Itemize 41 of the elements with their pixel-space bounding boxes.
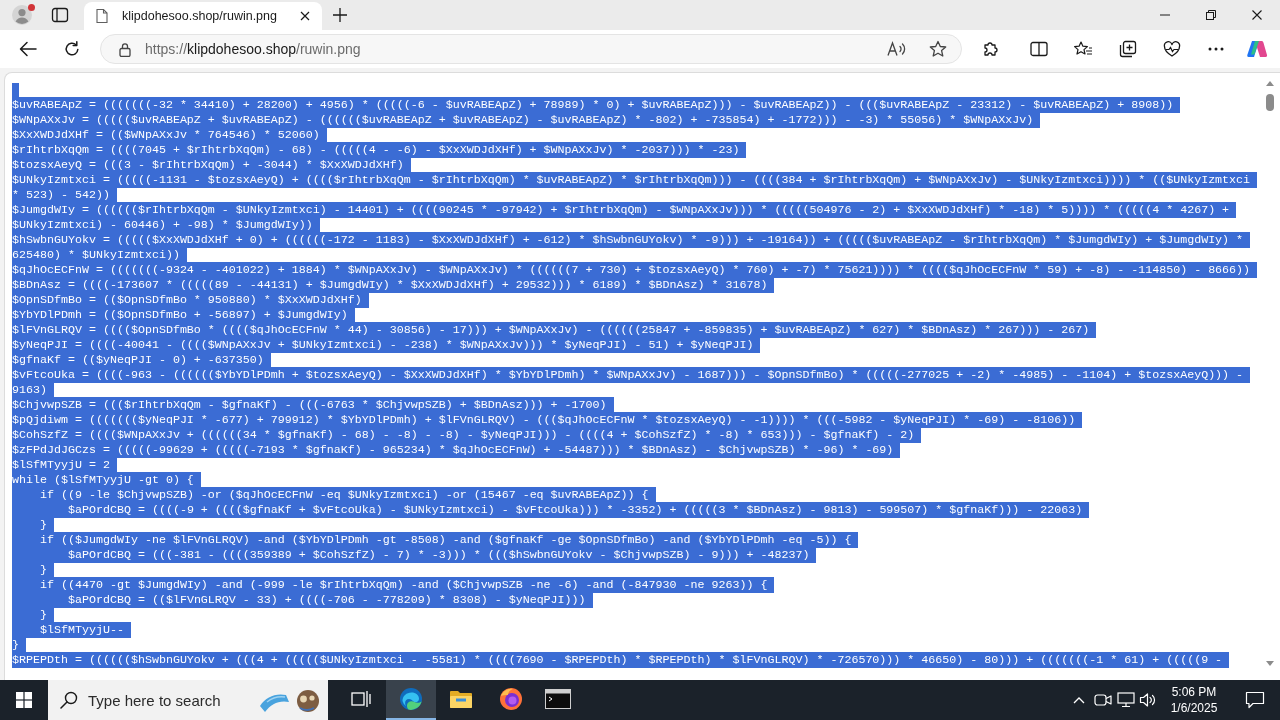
collections-icon[interactable] <box>1119 40 1137 58</box>
scroll-down-icon[interactable] <box>1266 661 1274 666</box>
restore-icon[interactable] <box>1206 10 1216 20</box>
clock-date[interactable]: 1/6/2025 <box>1170 700 1218 716</box>
refresh-icon[interactable] <box>64 41 80 57</box>
clock-time[interactable]: 5:06 PM <box>1171 684 1217 700</box>
back-arrow-icon[interactable] <box>19 41 37 57</box>
search-field[interactable]: Type here to search <box>48 680 328 720</box>
document-favicon-icon <box>94 8 110 24</box>
chevron-up-icon[interactable] <box>1073 696 1085 704</box>
windows-logo-icon[interactable] <box>16 692 32 708</box>
more-options-icon[interactable] <box>1208 47 1224 51</box>
lock-icon <box>119 41 131 57</box>
url-text[interactable]: https://klipdohesoo.shop/ruwin.png <box>145 38 361 60</box>
search-icon <box>60 691 78 709</box>
copilot-icon[interactable] <box>1246 38 1268 60</box>
browser-tab[interactable]: klipdohesoo.shop/ruwin.png <box>84 2 322 30</box>
taskbar-app-button[interactable] <box>386 680 436 720</box>
volume-icon[interactable] <box>1139 692 1157 708</box>
network-icon[interactable] <box>1117 692 1135 708</box>
heart-pulse-icon[interactable] <box>1163 41 1181 57</box>
firefox-browser-icon <box>499 687 523 711</box>
camera-icon[interactable] <box>1094 692 1112 708</box>
scroll-up-icon[interactable] <box>1266 81 1274 86</box>
notifications-icon[interactable] <box>1245 691 1265 709</box>
close-icon[interactable] <box>300 11 310 21</box>
favorites-icon[interactable] <box>1073 40 1093 58</box>
terminal-window-icon <box>545 689 571 709</box>
puzzle-piece-icon[interactable] <box>982 40 1000 58</box>
read-aloud-icon[interactable] <box>887 41 907 57</box>
address-bar[interactable]: https://klipdohesoo.shop/ruwin.png <box>100 34 962 64</box>
task-view-icon <box>351 690 371 708</box>
scrollbar-thumb[interactable] <box>1266 94 1274 111</box>
profile-avatar-icon[interactable] <box>12 5 32 25</box>
favorite-star-icon[interactable] <box>929 40 947 58</box>
edge-browser-icon <box>399 687 423 711</box>
tab-actions-icon[interactable] <box>51 7 69 23</box>
folder-icon <box>449 689 473 709</box>
split-screen-icon[interactable] <box>1030 41 1048 57</box>
close-icon[interactable] <box>1252 10 1262 20</box>
plus-icon[interactable] <box>333 8 347 22</box>
